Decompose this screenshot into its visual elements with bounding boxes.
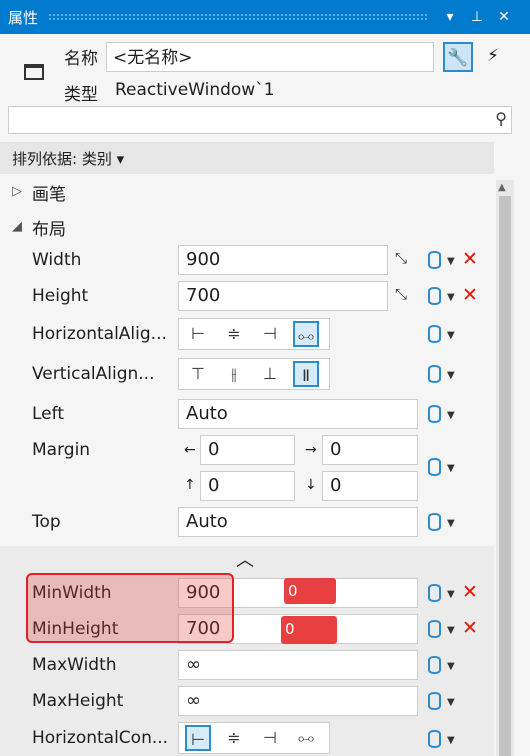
- name-label: 名称: [64, 49, 98, 69]
- margin-bottom-input[interactable]: 0: [322, 471, 418, 501]
- chevron-down-icon[interactable]: ▼: [447, 661, 455, 672]
- group-layout[interactable]: 布局: [32, 215, 66, 240]
- chevron-down-icon[interactable]: ▼: [447, 463, 455, 474]
- database-icon[interactable]: [428, 656, 441, 674]
- margin-left-input[interactable]: 0: [200, 435, 295, 465]
- expand-brush-icon[interactable]: ▷: [12, 184, 22, 199]
- chevron-down-icon[interactable]: ▼: [447, 697, 455, 708]
- margin-right-input[interactable]: 0: [322, 435, 418, 465]
- align-bottom-icon[interactable]: ⊥: [257, 361, 283, 387]
- align-center-icon[interactable]: ≑: [221, 321, 247, 347]
- top-input[interactable]: Auto: [178, 507, 418, 537]
- clear-icon[interactable]: ✕: [462, 617, 478, 639]
- vertical-alignment-label: VerticalAlign...: [32, 364, 155, 384]
- property-search-input[interactable]: ⚲: [8, 106, 512, 134]
- close-icon[interactable]: ✕: [494, 7, 514, 27]
- search-icon[interactable]: ⚲: [495, 109, 507, 128]
- chevron-down-icon[interactable]: ▼: [447, 330, 455, 341]
- align-left-icon[interactable]: ⊢: [185, 321, 211, 347]
- width-input[interactable]: 900: [178, 245, 388, 275]
- align-stretch-icon[interactable]: ⧟: [293, 321, 319, 347]
- database-icon[interactable]: [428, 730, 441, 748]
- max-height-label: MaxHeight: [32, 691, 124, 711]
- min-height-overlay: 0: [281, 616, 337, 644]
- highlight-box: [26, 573, 234, 643]
- min-width-overlay: 0: [284, 578, 336, 604]
- margin-label: Margin: [32, 440, 91, 460]
- database-icon[interactable]: [428, 405, 441, 423]
- title-grip[interactable]: [48, 13, 428, 21]
- database-icon[interactable]: [428, 584, 441, 602]
- scroll-up-icon[interactable]: ▲: [498, 182, 506, 193]
- clear-icon[interactable]: ✕: [462, 581, 478, 603]
- chevron-down-icon[interactable]: ▼: [447, 589, 455, 600]
- left-input[interactable]: Auto: [178, 399, 418, 429]
- database-icon[interactable]: [428, 287, 441, 305]
- max-height-input[interactable]: ∞: [178, 686, 418, 716]
- height-input[interactable]: 700: [178, 281, 388, 311]
- properties-wrench-icon[interactable]: 🔧: [443, 42, 473, 72]
- content-align-stretch-icon[interactable]: ⧟: [293, 725, 319, 751]
- pin-icon[interactable]: ⊥: [467, 7, 487, 27]
- panel-title-bar: 属性 ▾ ⊥ ✕: [0, 0, 530, 34]
- align-top-icon[interactable]: ⊤: [185, 361, 211, 387]
- horizontal-alignment-label: HorizontalAlig...: [32, 324, 167, 344]
- max-width-label: MaxWidth: [32, 655, 117, 675]
- panel-title: 属性: [8, 9, 39, 27]
- collapse-advanced-icon[interactable]: ︿: [236, 546, 254, 572]
- chevron-down-icon[interactable]: ▼: [447, 518, 455, 529]
- max-width-input[interactable]: ∞: [178, 650, 418, 680]
- sort-label[interactable]: 排列依据: 类别 ▾: [12, 148, 124, 169]
- clear-icon[interactable]: ✕: [462, 248, 478, 270]
- margin-top-input[interactable]: 0: [200, 471, 295, 501]
- auto-size-icon[interactable]: ⤡: [395, 285, 407, 303]
- top-label: Top: [32, 512, 61, 532]
- height-label: Height: [32, 286, 89, 306]
- window-icon: [24, 64, 44, 80]
- database-icon[interactable]: [428, 251, 441, 269]
- arrow-down-icon: ↓: [305, 477, 317, 493]
- type-value: ReactiveWindow`1: [115, 80, 275, 100]
- database-icon[interactable]: [428, 620, 441, 638]
- database-icon[interactable]: [428, 513, 441, 531]
- chevron-down-icon[interactable]: ▼: [447, 256, 455, 267]
- sort-bar[interactable]: 排列依据: 类别 ▾: [0, 142, 494, 174]
- clear-icon[interactable]: ✕: [462, 284, 478, 306]
- database-icon[interactable]: [428, 365, 441, 383]
- scrollbar-thumb[interactable]: [499, 196, 511, 756]
- content-align-center-icon[interactable]: ≑: [221, 725, 247, 751]
- chevron-down-icon[interactable]: ▼: [447, 735, 455, 746]
- arrow-right-icon: →: [305, 442, 317, 458]
- horizontal-alignment-group: ⊢ ≑ ⊣ ⧟: [178, 318, 330, 350]
- auto-size-icon[interactable]: ⤡: [395, 249, 407, 267]
- horizontal-content-group: ⊢ ≑ ⊣ ⧟: [178, 722, 330, 754]
- database-icon[interactable]: [428, 692, 441, 710]
- vertical-alignment-group: ⊤ ⫲ ⊥ Ⅱ: [178, 358, 330, 390]
- dropdown-icon[interactable]: ▾: [440, 7, 460, 27]
- events-lightning-icon[interactable]: ⚡: [478, 42, 508, 72]
- properties-header: 名称 <无名称> 🔧 ⚡ 类型 ReactiveWindow`1: [0, 34, 530, 108]
- width-label: Width: [32, 250, 82, 270]
- arrow-left-icon: ←: [184, 442, 196, 458]
- chevron-down-icon[interactable]: ▼: [447, 625, 455, 636]
- horizontal-content-label: HorizontalCon...: [32, 728, 169, 748]
- chevron-down-icon[interactable]: ▼: [447, 292, 455, 303]
- content-align-right-icon[interactable]: ⊣: [257, 725, 283, 751]
- group-brush[interactable]: 画笔: [32, 180, 66, 205]
- type-label: 类型: [64, 85, 98, 105]
- arrow-up-icon: ↑: [184, 477, 196, 493]
- left-label: Left: [32, 404, 64, 424]
- align-right-icon[interactable]: ⊣: [257, 321, 283, 347]
- align-middle-icon[interactable]: ⫲: [221, 361, 247, 387]
- align-vertical-stretch-icon[interactable]: Ⅱ: [293, 361, 319, 387]
- chevron-down-icon[interactable]: ▼: [447, 410, 455, 421]
- content-align-left-icon[interactable]: ⊢: [185, 725, 211, 751]
- name-input[interactable]: <无名称>: [106, 42, 434, 72]
- chevron-down-icon[interactable]: ▼: [447, 370, 455, 381]
- collapse-layout-icon[interactable]: ◢: [12, 219, 22, 234]
- database-icon[interactable]: [428, 458, 441, 476]
- database-icon[interactable]: [428, 325, 441, 343]
